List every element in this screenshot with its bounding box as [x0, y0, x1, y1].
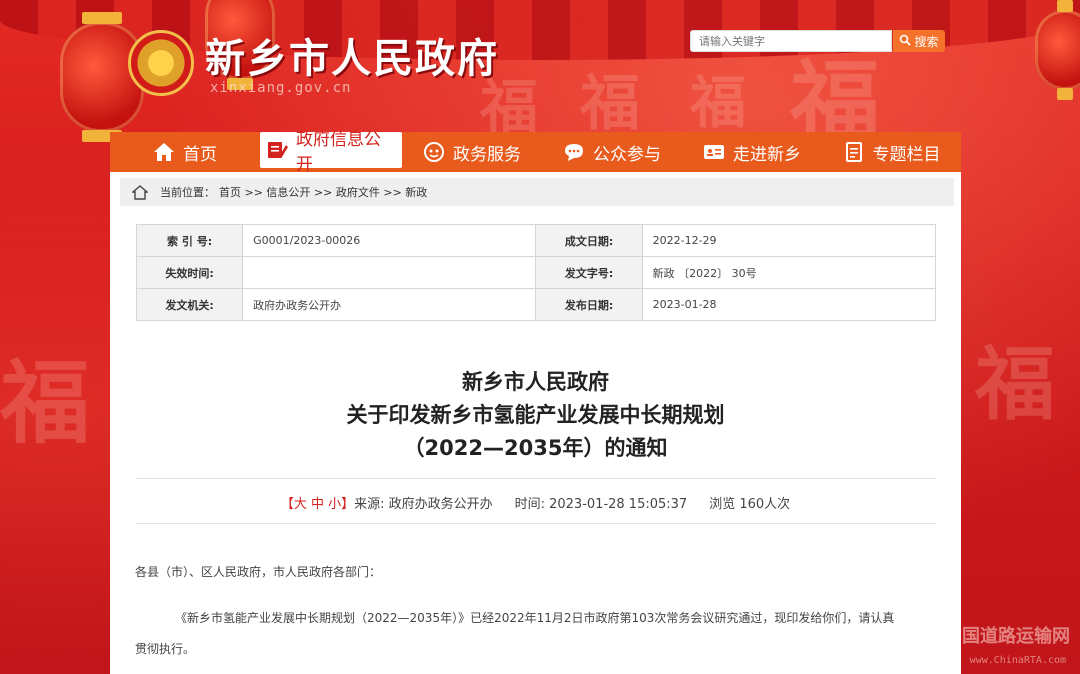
document-paragraph: 《新乡市氢能产业发展中长期规划（2022—2035年）》已经2022年11月2日…	[175, 611, 895, 625]
document-title-line3: （2022—2035年）的通知	[403, 436, 668, 460]
breadcrumb-path[interactable]: 首页 >> 信息公开 >> 政府文件 >> 新政	[219, 184, 427, 200]
background-calligraphy: 福	[580, 69, 640, 139]
background-calligraphy: 福	[690, 70, 746, 136]
info-label: 发布日期:	[535, 288, 643, 321]
info-label: 失效时间:	[135, 256, 244, 289]
lantern-decoration	[1035, 0, 1080, 100]
nav-item-public-participation[interactable]: 公众参与	[542, 132, 682, 172]
watermark: 国道路运输网	[962, 626, 1070, 647]
search-button-label: 搜索	[914, 34, 939, 49]
main-nav: 首页 政府信息公开 政务服务 公众参与 走进新乡 专题栏目	[110, 130, 961, 175]
nav-item-gov-info[interactable]: 政府信息公开	[260, 130, 402, 175]
info-label: 成文日期:	[535, 224, 643, 257]
document-meta: 【大 中 小】 来源: 政府办政务公开办 时间: 2023-01-28 15:0…	[110, 493, 961, 512]
nav-item-label: 走进新乡	[733, 144, 801, 165]
home-icon	[153, 141, 175, 163]
info-value: 2023-01-28	[641, 288, 937, 321]
table-row: 失效时间: 发文字号: 新政 〔2022〕 30号	[135, 256, 937, 289]
document-time: 时间: 2023-01-28 15:05:37	[514, 497, 688, 512]
nav-item-home[interactable]: 首页	[110, 132, 260, 172]
nav-item-label: 专题栏目	[872, 144, 941, 165]
home-outline-icon[interactable]	[120, 184, 160, 200]
national-emblem-icon	[128, 30, 194, 96]
table-row: 索 引 号: G0001/2023-00026 成文日期: 2022-12-29	[135, 224, 937, 257]
watermark-url: www.ChinaRTA.com	[969, 655, 1066, 666]
document-title-line2: 关于印发新乡市氢能产业发展中长期规划	[346, 403, 725, 427]
service-icon	[423, 141, 445, 163]
info-value: 政府办政务公开办	[242, 288, 537, 321]
site-subtitle: xinxiang.gov.cn	[210, 80, 352, 96]
search-icon	[899, 34, 912, 49]
document-title-line1: 新乡市人民政府	[462, 370, 609, 394]
background-calligraphy: 福	[975, 337, 1055, 431]
table-row: 发文机关: 政府办政务公开办 发布日期: 2023-01-28	[135, 288, 937, 321]
nav-item-label: 公众参与	[593, 144, 661, 165]
document-paragraph-continued: 贯彻执行。	[135, 642, 196, 656]
nav-item-label: 政务服务	[453, 144, 521, 165]
topic-icon	[843, 141, 865, 163]
content-panel: 当前位置： 首页 >> 信息公开 >> 政府文件 >> 新政 索 引 号: G0…	[110, 172, 961, 674]
chat-icon	[563, 141, 585, 163]
divider	[136, 523, 936, 524]
info-label: 索 引 号:	[135, 224, 244, 257]
nav-item-explore-xinxiang[interactable]: 走进新乡	[682, 132, 822, 172]
divider	[136, 478, 936, 479]
document-views: 浏览 160人次	[709, 497, 791, 512]
nav-item-label: 首页	[183, 144, 217, 165]
document-source: 来源: 政府办政务公开办	[354, 497, 493, 512]
search-button[interactable]: 搜索	[893, 30, 945, 52]
document-info-table: 索 引 号: G0001/2023-00026 成文日期: 2022-12-29…	[135, 224, 937, 321]
document-salutation: 各县（市）、区人民政府，市人民政府各部门：	[135, 565, 382, 579]
document-edit-icon	[266, 139, 288, 161]
search-input[interactable]	[690, 30, 892, 52]
info-label: 发文机关:	[135, 288, 244, 321]
site-title[interactable]: 新乡市人民政府	[205, 26, 499, 84]
info-value: G0001/2023-00026	[242, 224, 537, 257]
info-label: 发文字号:	[535, 256, 643, 289]
info-value: 2022-12-29	[641, 224, 937, 257]
nav-item-special-topics[interactable]: 专题栏目	[822, 132, 961, 172]
background-calligraphy: 福	[0, 350, 90, 456]
nav-item-label: 政府信息公开	[296, 130, 381, 175]
info-value	[242, 256, 537, 289]
breadcrumb-prefix: 当前位置：	[160, 186, 215, 199]
nav-item-gov-service[interactable]: 政务服务	[402, 132, 542, 172]
font-size-control[interactable]: 【大 中 小】	[281, 493, 354, 512]
info-value: 新政 〔2022〕 30号	[641, 256, 937, 289]
id-card-icon	[703, 141, 725, 163]
breadcrumb: 当前位置： 首页 >> 信息公开 >> 政府文件 >> 新政	[120, 178, 954, 206]
